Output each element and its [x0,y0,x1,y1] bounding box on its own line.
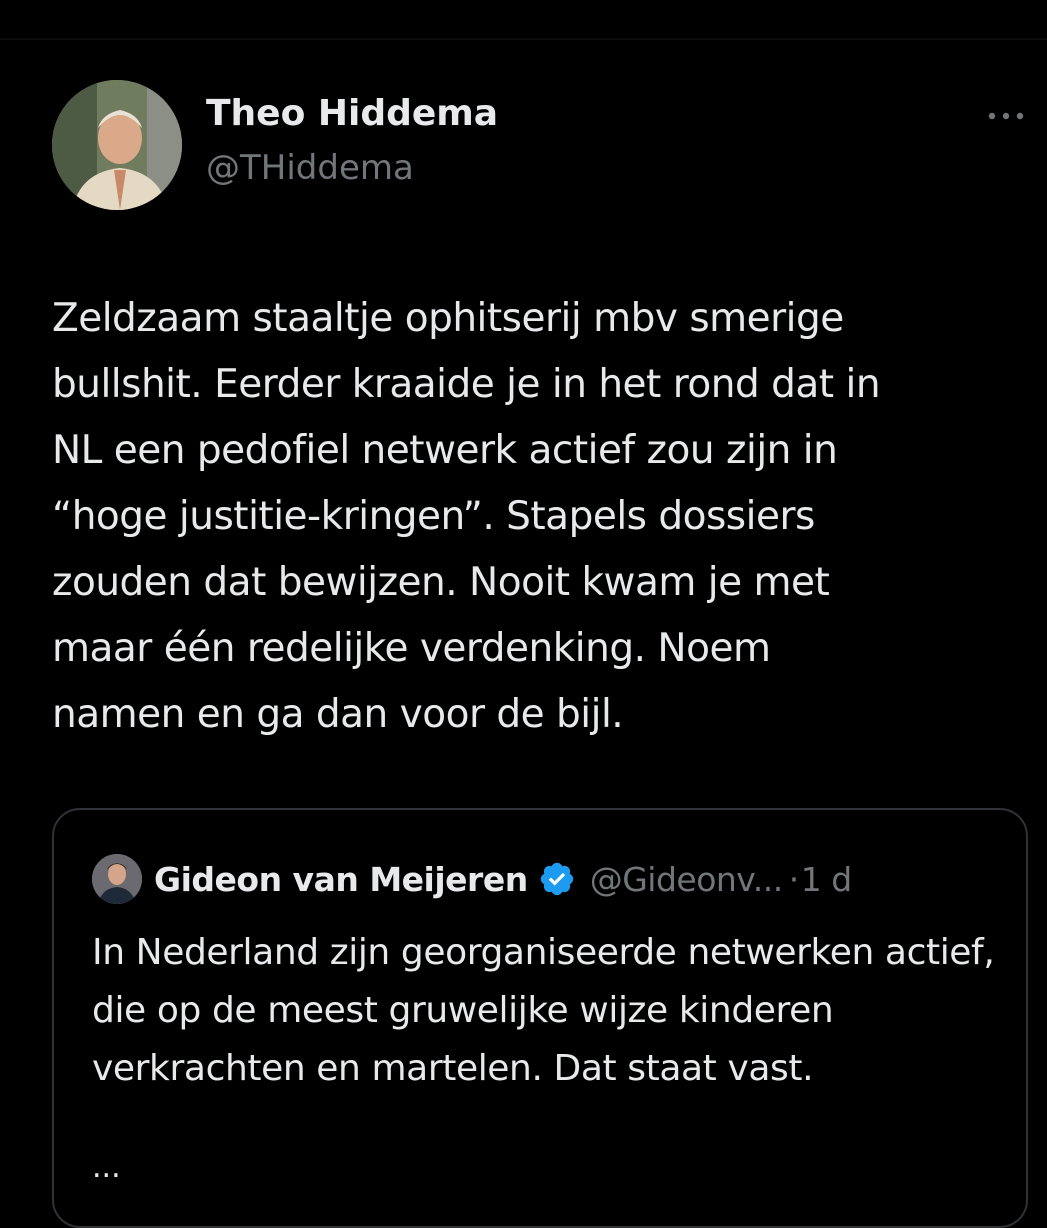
separator-dot: · [788,859,800,899]
quote-avatar [92,854,142,904]
quote-text: In Nederland zijn georganiseerde netwerk… [92,932,995,1089]
author-handle[interactable]: @THiddema [206,148,414,188]
quote-timestamp[interactable]: 1 d [801,860,852,899]
tweet-text: Zeldzaam staaltje ophitserij mbv smerige… [52,296,881,737]
quote-author-name[interactable]: Gideon van Meijeren [154,860,528,899]
more-horizontal-icon[interactable] [986,108,1026,124]
quote-author-handle[interactable]: @Gideonv... [590,860,784,899]
verified-badge-icon [538,860,576,898]
author-name[interactable]: Theo Hiddema [206,93,498,134]
quote-header: Gideon van Meijeren @Gideonv... · 1 d [154,854,852,904]
tweet: Theo Hiddema @THiddema Zeldzaam staaltje… [0,0,1047,1228]
quote-ellipsis: ... [92,1150,121,1185]
quote-tweet-card[interactable]: Gideon van Meijeren @Gideonv... · 1 d In… [52,808,1028,1228]
avatar[interactable] [52,80,182,210]
